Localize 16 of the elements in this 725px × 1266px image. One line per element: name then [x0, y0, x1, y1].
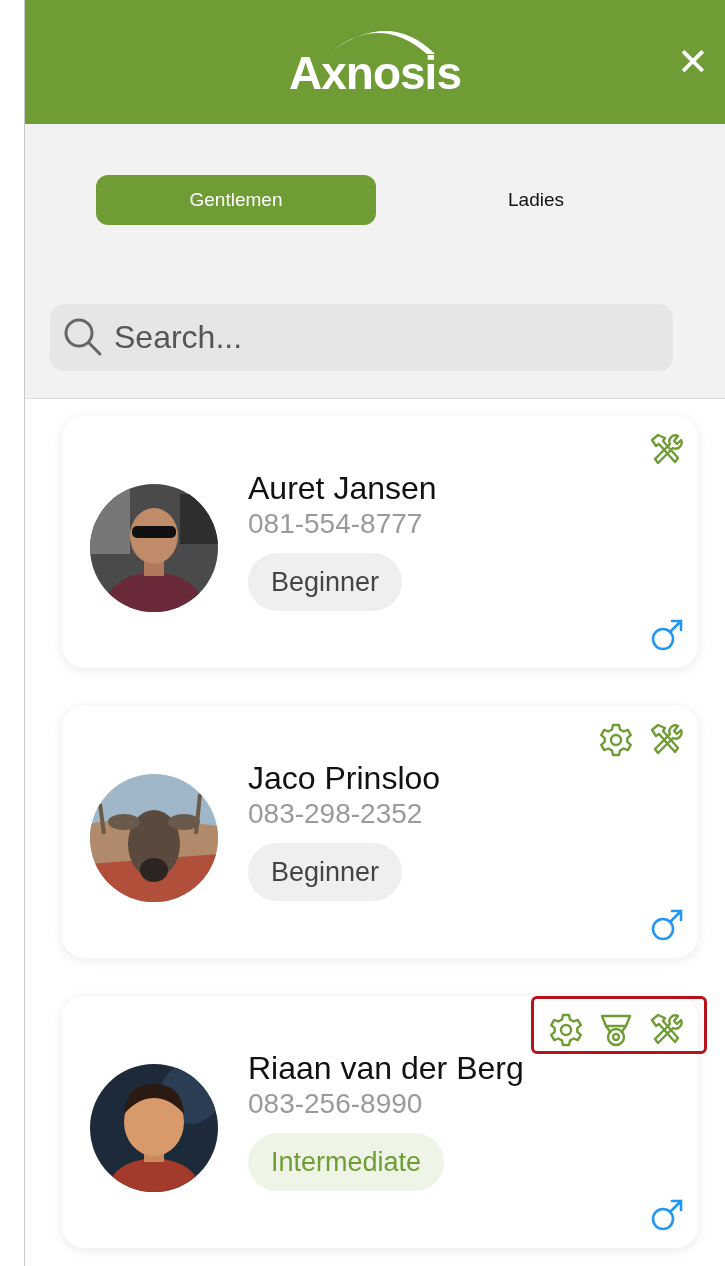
- skill-level-tag: Beginner: [248, 843, 403, 901]
- person-card[interactable]: Riaan van der Berg 083-256-8990 Intermediate: [62, 996, 698, 1248]
- phone-number: 083-256-8990: [248, 1087, 423, 1121]
- person-name: Riaan van der Berg: [248, 1049, 524, 1087]
- tab[interactable]: Ladies: [396, 175, 676, 225]
- person-card[interactable]: Jaco Prinsloo 083-298-2352 Beginner: [62, 706, 698, 958]
- search-field[interactable]: Search...: [50, 304, 673, 371]
- phone-number: 083-298-2352: [248, 797, 423, 831]
- person-card[interactable]: Auret Jansen 081-554-8777 Beginner: [62, 416, 698, 668]
- logo: Axnosis: [289, 50, 461, 101]
- phone-number: 081-554-8777: [248, 507, 423, 541]
- skill-level-tag: Intermediate: [248, 1133, 445, 1191]
- person-name: Jaco Prinsloo: [248, 759, 441, 797]
- skill-level-tag: Beginner: [248, 553, 403, 611]
- person-name: Auret Jansen: [248, 469, 437, 507]
- search-icon: [62, 316, 104, 358]
